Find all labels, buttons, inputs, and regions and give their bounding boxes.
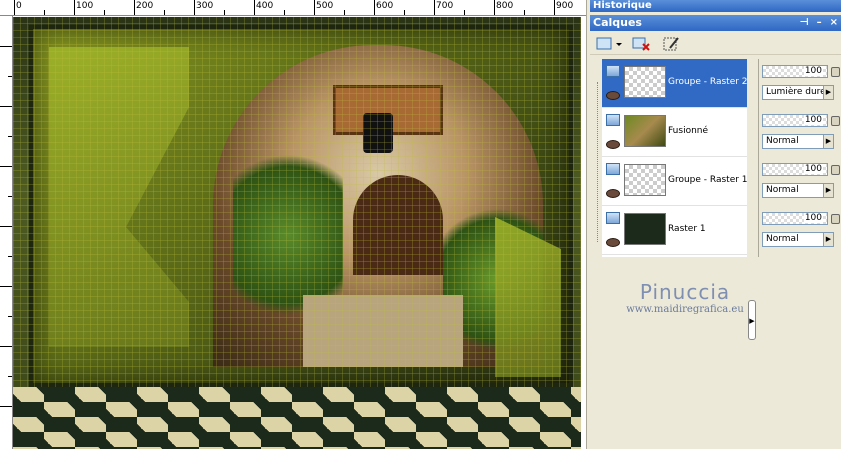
new-layer-button[interactable] — [596, 35, 622, 53]
ruler-label: 900 — [556, 1, 574, 11]
delete-layer-icon — [632, 37, 650, 51]
lock-icon[interactable] — [831, 165, 840, 175]
checkered-floor — [13, 387, 581, 449]
opacity-slider[interactable]: 100 — [762, 212, 828, 225]
blend-mode-value: Normal — [766, 234, 799, 244]
app-window: 0 100 200 300 400 500 600 700 800 900 Hi… — [0, 0, 841, 449]
opacity-value: 100 — [803, 213, 823, 223]
layer-name: Fusionné — [668, 126, 709, 136]
ruler-label: 800 — [496, 1, 514, 11]
layer-props-1: 100 Normal ▶ — [761, 108, 841, 157]
layer-name: Raster 1 — [668, 224, 706, 234]
layer-row-fusionne[interactable]: Fusionné — [602, 108, 747, 157]
watermark-url: www.maidiregrafica.eu — [626, 304, 744, 315]
minimize-icon[interactable]: – — [817, 15, 822, 31]
layer-thumbnail — [624, 115, 666, 147]
mask-brush-icon — [663, 37, 679, 51]
ruler-label: 100 — [76, 1, 94, 11]
opacity-slider[interactable]: 100 — [762, 163, 828, 176]
layers-list: Groupe - Raster 2 Fusionné Groupe - Rast… — [602, 59, 748, 257]
delete-layer-button[interactable] — [632, 35, 652, 53]
layer-row-groupe-raster-2[interactable]: Groupe - Raster 2 — [602, 59, 748, 108]
blend-mode-select[interactable]: Normal ▶ — [762, 183, 834, 198]
calques-title-text: Calques — [593, 16, 642, 29]
layer-props-0: 100 Lumière dure ▶ — [761, 59, 841, 108]
visibility-eye-icon[interactable] — [606, 189, 620, 198]
blend-mode-select[interactable]: Lumière dure ▶ — [762, 85, 834, 100]
opacity-value: 100 — [803, 115, 823, 125]
historique-title-text: Historique — [593, 0, 652, 11]
layer-thumbnail — [624, 164, 666, 196]
layer-type-icon — [606, 163, 620, 175]
ruler-label: 600 — [376, 1, 394, 11]
lock-icon[interactable] — [831, 67, 840, 77]
blend-mode-value: Normal — [766, 136, 799, 146]
ruler-label: 500 — [316, 1, 334, 11]
dropdown-arrow-icon[interactable]: ▶ — [823, 233, 833, 246]
layer-type-icon — [606, 114, 620, 126]
blend-mode-select[interactable]: Normal ▶ — [762, 232, 834, 247]
watermark-name: Pinuccia — [639, 280, 731, 304]
canvas-area: 0 100 200 300 400 500 600 700 800 900 — [0, 0, 586, 449]
close-icon[interactable]: × — [830, 15, 838, 31]
new-layer-icon — [596, 37, 622, 50]
watermark: Pinuccia www.maidiregrafica.eu — [620, 280, 750, 315]
dropdown-arrow-icon[interactable]: ▶ — [823, 86, 833, 99]
visibility-eye-icon[interactable] — [606, 238, 620, 247]
ruler-top: 0 100 200 300 400 500 600 700 800 900 — [0, 0, 586, 16]
layer-row-raster-1[interactable]: Raster 1 — [602, 206, 747, 255]
dropdown-arrow-icon[interactable]: ▶ — [823, 184, 833, 197]
lock-icon[interactable] — [831, 214, 840, 224]
layer-thumbnail — [624, 66, 666, 98]
opacity-slider[interactable]: 100 — [762, 65, 828, 78]
layer-name: Groupe - Raster 2 — [668, 77, 748, 87]
grid-overlay — [13, 17, 581, 449]
ruler-left — [0, 16, 13, 449]
ruler-label: 300 — [196, 1, 214, 11]
opacity-value: 100 — [803, 164, 823, 174]
image-canvas[interactable] — [13, 17, 581, 449]
ruler-label: 200 — [136, 1, 154, 11]
layer-mask-button[interactable] — [662, 35, 682, 53]
ruler-label: 0 — [16, 1, 22, 11]
layer-type-icon — [606, 212, 620, 224]
lock-icon[interactable] — [831, 116, 840, 126]
layer-properties: 100 Lumière dure ▶ 100 Normal ▶ 100 Normal… — [758, 59, 841, 257]
ruler-label: 700 — [436, 1, 454, 11]
blend-mode-value: Lumière dure — [766, 87, 826, 97]
layer-type-icon — [606, 65, 620, 77]
historique-panel-title[interactable]: Historique — [590, 0, 841, 12]
layer-props-2: 100 Normal ▶ — [761, 157, 841, 206]
pin-icon[interactable]: ⊣ — [799, 15, 808, 31]
blend-mode-value: Normal — [766, 185, 799, 195]
layer-name: Groupe - Raster 1 — [668, 175, 748, 185]
layer-thumbnail — [624, 213, 666, 245]
dropdown-arrow-icon[interactable]: ▶ — [823, 135, 833, 148]
blend-mode-select[interactable]: Normal ▶ — [762, 134, 834, 149]
calques-panel-title[interactable]: Calques ⊣ – × — [590, 15, 841, 31]
visibility-eye-icon[interactable] — [606, 91, 620, 100]
ruler-label: 400 — [256, 1, 274, 11]
opacity-value: 100 — [803, 66, 823, 76]
opacity-slider[interactable]: 100 — [762, 114, 828, 127]
layer-props-3: 100 Normal ▶ — [761, 206, 841, 255]
layer-row-groupe-raster-1[interactable]: Groupe - Raster 1 — [602, 157, 748, 206]
visibility-eye-icon[interactable] — [606, 140, 620, 149]
layers-toolbar — [590, 33, 841, 55]
